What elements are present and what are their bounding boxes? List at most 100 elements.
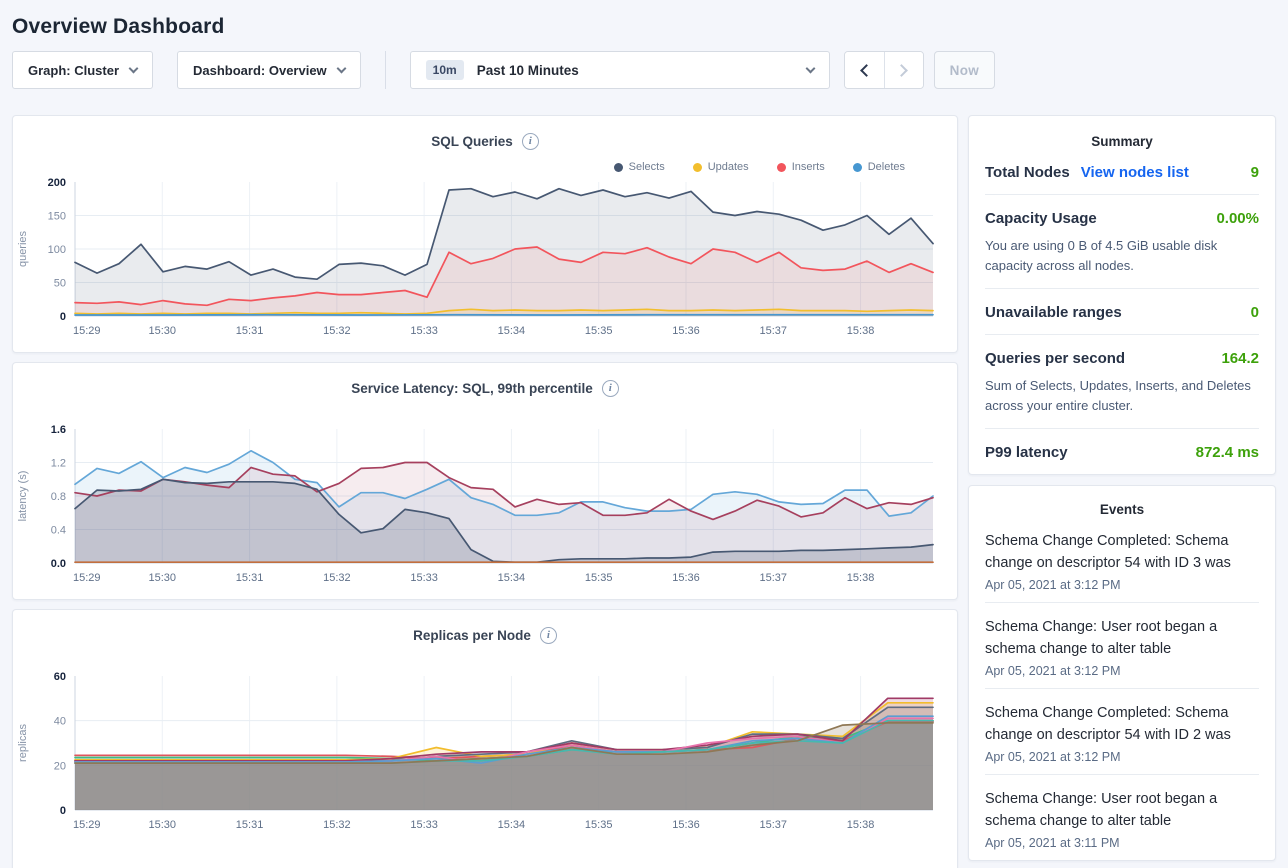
svg-text:15:35: 15:35 — [585, 819, 613, 831]
replicas-per-node-chart[interactable]: 15:2915:3015:3115:3215:3315:3415:3515:36… — [27, 666, 943, 836]
previous-range-button[interactable] — [845, 52, 884, 88]
svg-text:15:32: 15:32 — [323, 572, 351, 584]
summary-caption: Sum of Selects, Updates, Inserts, and De… — [985, 376, 1259, 415]
summary-caption: You are using 0 B of 4.5 GiB usable disk… — [985, 236, 1259, 275]
events-panel: Events Schema Change Completed: Schema c… — [968, 485, 1276, 861]
time-range-badge: 10m — [426, 60, 464, 80]
chevron-right-icon — [895, 64, 908, 77]
event-item: Schema Change Completed: Schema change o… — [985, 517, 1259, 603]
event-message: Schema Change: User root began a schema … — [985, 788, 1259, 833]
svg-text:15:33: 15:33 — [410, 325, 438, 337]
summary-value: 0 — [1251, 304, 1259, 321]
chevron-down-icon — [805, 63, 815, 73]
event-timestamp: Apr 05, 2021 at 3:12 PM — [985, 578, 1259, 592]
graph-scope-dropdown[interactable]: Graph: Cluster — [12, 51, 153, 89]
svg-text:15:29: 15:29 — [73, 325, 101, 337]
chart-title-row: SQL Queries i — [13, 116, 957, 150]
info-icon[interactable]: i — [540, 627, 557, 644]
event-timestamp: Apr 05, 2021 at 3:11 PM — [985, 836, 1259, 850]
svg-text:15:30: 15:30 — [149, 819, 177, 831]
sql-queries-panel: SQL Queries i SelectsUpdatesInsertsDelet… — [12, 115, 958, 353]
summary-row-queries-per-second: Queries per second 164.2 Sum of Selects,… — [985, 335, 1259, 429]
dashboard-label: Dashboard: Overview — [193, 63, 327, 78]
svg-text:40: 40 — [54, 716, 66, 728]
service-latency-panel: Service Latency: SQL, 99th percentile i … — [12, 362, 958, 600]
event-message: Schema Change: User root began a schema … — [985, 616, 1259, 661]
svg-text:15:31: 15:31 — [236, 572, 264, 584]
summary-value: 872.4 ms — [1196, 444, 1259, 461]
service-latency-chart[interactable]: 15:2915:3015:3115:3215:3315:3415:3515:36… — [27, 419, 943, 589]
svg-text:15:36: 15:36 — [672, 572, 700, 584]
sql-queries-chart[interactable]: 15:2915:3015:3115:3215:3315:3415:3515:36… — [27, 172, 943, 342]
now-button[interactable]: Now — [934, 51, 995, 89]
svg-text:150: 150 — [48, 211, 66, 223]
event-timestamp: Apr 05, 2021 at 3:12 PM — [985, 664, 1259, 678]
summary-value: 0.00% — [1216, 210, 1259, 227]
event-message: Schema Change Completed: Schema change o… — [985, 530, 1259, 575]
svg-text:15:34: 15:34 — [498, 572, 526, 584]
svg-text:0: 0 — [60, 311, 66, 323]
sidebar-column: Summary Total Nodes View nodes list 9 Ca… — [968, 115, 1276, 861]
toolbar: Graph: Cluster Dashboard: Overview 10m P… — [12, 50, 1276, 90]
svg-text:0.0: 0.0 — [51, 558, 66, 570]
summary-row-capacity-usage: Capacity Usage 0.00% You are using 0 B o… — [985, 195, 1259, 289]
info-icon[interactable]: i — [602, 380, 619, 397]
svg-text:1.6: 1.6 — [51, 424, 66, 436]
event-item: Schema Change: User root began a schema … — [985, 603, 1259, 689]
legend-dot-icon — [853, 163, 862, 172]
svg-text:15:37: 15:37 — [760, 819, 788, 831]
svg-text:15:33: 15:33 — [410, 819, 438, 831]
next-range-button[interactable] — [884, 52, 923, 88]
svg-text:15:32: 15:32 — [323, 819, 351, 831]
event-message: Schema Change Completed: Schema change o… — [985, 702, 1259, 747]
svg-text:0.4: 0.4 — [51, 525, 66, 537]
svg-text:15:31: 15:31 — [236, 819, 264, 831]
summary-row-p99-latency: P99 latency 872.4 ms — [985, 429, 1259, 474]
toolbar-divider — [385, 51, 386, 89]
svg-text:15:38: 15:38 — [847, 819, 875, 831]
charts-column: SQL Queries i SelectsUpdatesInsertsDelet… — [12, 115, 958, 868]
event-item: Schema Change Completed: Schema change o… — [985, 689, 1259, 775]
chevron-down-icon — [336, 63, 346, 73]
svg-text:15:35: 15:35 — [585, 572, 613, 584]
page-header: Overview Dashboard — [0, 0, 1288, 39]
time-range-selector[interactable]: 10m Past 10 Minutes — [410, 51, 830, 89]
sql-queries-chart-title: SQL Queries — [431, 134, 513, 149]
events-title: Events — [985, 502, 1259, 517]
replicas-per-node-panel: Replicas per Node i replicas 15:2915:301… — [12, 609, 958, 868]
time-range-label: Past 10 Minutes — [477, 63, 579, 78]
svg-text:15:29: 15:29 — [73, 572, 101, 584]
summary-row-unavailable-ranges: Unavailable ranges 0 — [985, 289, 1259, 335]
chart-title-row: Service Latency: SQL, 99th percentile i — [13, 363, 957, 397]
event-item: Schema Change: User root began a schema … — [985, 775, 1259, 860]
svg-text:15:30: 15:30 — [149, 325, 177, 337]
summary-label: Capacity Usage — [985, 210, 1097, 227]
svg-text:15:31: 15:31 — [236, 325, 264, 337]
svg-text:15:37: 15:37 — [760, 325, 788, 337]
svg-text:1.2: 1.2 — [51, 458, 66, 470]
page-title: Overview Dashboard — [12, 15, 1276, 39]
svg-text:0.8: 0.8 — [51, 491, 66, 503]
legend-dot-icon — [614, 163, 623, 172]
chevron-left-icon — [860, 64, 873, 77]
view-nodes-list-link[interactable]: View nodes list — [1081, 164, 1189, 181]
svg-text:15:36: 15:36 — [672, 819, 700, 831]
svg-text:15:37: 15:37 — [760, 572, 788, 584]
summary-label: Total Nodes — [985, 164, 1070, 181]
summary-row-total-nodes: Total Nodes View nodes list 9 — [985, 149, 1259, 195]
event-timestamp: Apr 05, 2021 at 3:12 PM — [985, 750, 1259, 764]
svg-text:50: 50 — [54, 278, 66, 290]
info-icon[interactable]: i — [522, 133, 539, 150]
svg-text:15:34: 15:34 — [498, 325, 526, 337]
replicas-chart-title: Replicas per Node — [413, 628, 531, 643]
svg-text:15:38: 15:38 — [847, 572, 875, 584]
dashboard-dropdown[interactable]: Dashboard: Overview — [177, 51, 361, 89]
summary-label: P99 latency — [985, 444, 1068, 461]
time-range-pager — [844, 51, 924, 89]
main-content: SQL Queries i SelectsUpdatesInsertsDelet… — [12, 115, 1276, 868]
summary-value: 164.2 — [1221, 350, 1259, 367]
service-latency-chart-title: Service Latency: SQL, 99th percentile — [351, 381, 593, 396]
svg-text:15:34: 15:34 — [498, 819, 526, 831]
chart-title-row: Replicas per Node i — [13, 610, 957, 644]
svg-text:15:30: 15:30 — [149, 572, 177, 584]
